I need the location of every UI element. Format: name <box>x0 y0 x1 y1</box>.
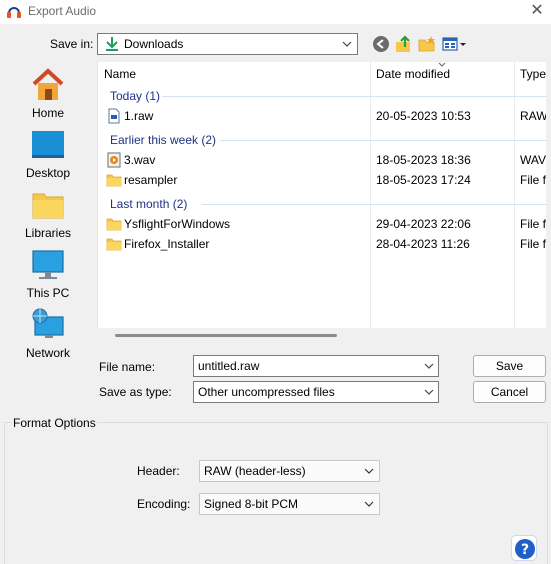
place-label: Network <box>25 346 70 360</box>
home-icon <box>32 68 64 100</box>
audacity-icon <box>7 7 21 18</box>
network-icon <box>32 308 64 338</box>
group-header-earlier-this-week[interactable]: Earlier this week (2) <box>110 133 216 147</box>
file-row[interactable]: 3.wav 18-05-2023 18:36 WAV <box>98 150 546 170</box>
file-row[interactable]: 1.raw 20-05-2023 10:53 RAW <box>98 106 546 126</box>
file-row[interactable]: YsflightForWindows 29-04-2023 22:06 File… <box>98 214 546 234</box>
file-name: 3.wav <box>124 153 156 167</box>
file-type: RAW <box>520 109 546 123</box>
place-this-pc[interactable]: This PC <box>4 248 92 306</box>
encoding-dropdown[interactable]: Signed 8-bit PCM <box>199 493 380 515</box>
horizontal-scrollbar[interactable] <box>97 328 546 342</box>
header-label: Header: <box>137 464 180 478</box>
file-date: 20-05-2023 10:53 <box>376 109 471 123</box>
place-label: Desktop <box>25 166 71 180</box>
file-type: WAV <box>520 153 546 167</box>
chevron-down-icon <box>364 468 374 474</box>
place-desktop[interactable]: Desktop <box>4 128 92 186</box>
desktop-icon <box>32 131 64 158</box>
file-type: File fo <box>520 173 546 187</box>
header-dropdown[interactable]: RAW (header-less) <box>199 460 380 482</box>
view-menu-icon[interactable] <box>442 35 468 53</box>
this-pc-icon <box>32 250 64 279</box>
file-date: 28-04-2023 11:26 <box>376 237 470 251</box>
place-libraries[interactable]: Libraries <box>4 188 92 246</box>
file-date: 18-05-2023 17:24 <box>376 173 471 187</box>
back-icon[interactable] <box>372 35 390 53</box>
group-header-today[interactable]: Today (1) <box>110 89 160 103</box>
file-name: 1.raw <box>124 109 154 123</box>
chevron-down-icon <box>364 501 374 507</box>
group-divider <box>162 96 546 97</box>
save-in-label: Save in: <box>50 37 94 51</box>
cancel-button[interactable]: Cancel <box>473 381 546 403</box>
close-button[interactable]: ✕ <box>526 1 548 21</box>
save-in-value: Downloads <box>124 37 184 51</box>
file-type: File fo <box>520 217 546 231</box>
file-row[interactable]: resampler 18-05-2023 17:24 File fo <box>98 170 546 190</box>
encoding-label: Encoding: <box>137 497 191 511</box>
help-glyph: ? <box>521 542 529 558</box>
file-name-field[interactable]: untitled.raw <box>193 355 439 377</box>
export-audio-dialog: Export Audio ✕ Save in: Downloads Home D… <box>0 0 551 564</box>
file-type: File fo <box>520 237 546 251</box>
download-arrow-icon <box>106 37 118 51</box>
column-header-type[interactable]: Type <box>520 62 546 86</box>
place-home[interactable]: Home <box>4 68 92 126</box>
save-as-type-value: Other uncompressed files <box>198 385 335 399</box>
group-divider <box>202 204 546 205</box>
chevron-down-icon <box>424 389 434 395</box>
file-name: Firefox_Installer <box>124 237 210 251</box>
save-as-type-dropdown[interactable]: Other uncompressed files <box>193 381 439 403</box>
folder-icon <box>106 174 122 187</box>
raw-file-icon <box>108 108 120 124</box>
file-row[interactable]: Firefox_Installer 28-04-2023 11:26 File … <box>98 234 546 254</box>
folder-icon <box>106 218 122 231</box>
chevron-down-icon <box>424 363 434 369</box>
help-button[interactable]: ? <box>511 535 537 561</box>
scrollbar-thumb[interactable] <box>115 334 337 337</box>
file-name: resampler <box>124 173 178 187</box>
file-name-value: untitled.raw <box>198 359 260 373</box>
file-name-label: File name: <box>99 360 156 374</box>
save-in-dropdown[interactable]: Downloads <box>97 33 358 55</box>
up-folder-icon[interactable] <box>395 35 413 53</box>
save-button[interactable]: Save <box>473 355 546 377</box>
place-label: Libraries <box>24 226 72 240</box>
column-divider[interactable] <box>514 62 515 328</box>
group-header-last-month[interactable]: Last month (2) <box>110 197 187 211</box>
save-as-type-label: Save as type: <box>99 385 172 399</box>
file-list[interactable]: Name Date modified Type Today (1) 1.raw … <box>97 62 546 328</box>
file-date: 18-05-2023 18:36 <box>376 153 471 167</box>
column-header-name[interactable]: Name <box>104 62 136 86</box>
title-bar: Export Audio ✕ <box>0 0 551 24</box>
sort-chevron-icon <box>438 62 446 67</box>
libraries-icon <box>32 193 64 219</box>
header-value: RAW (header-less) <box>204 464 306 478</box>
place-label: Home <box>31 106 64 120</box>
folder-icon <box>106 238 122 251</box>
new-folder-icon[interactable] <box>418 35 436 53</box>
help-icon: ? <box>515 539 535 559</box>
chevron-down-icon <box>342 41 352 47</box>
window-title: Export Audio <box>28 4 97 18</box>
places-bar: Home Desktop Libraries This PC Network <box>4 62 92 368</box>
place-network[interactable]: Network <box>4 308 92 366</box>
place-label: This PC <box>26 286 70 300</box>
format-options-title: Format Options <box>12 416 97 430</box>
file-name: YsflightForWindows <box>124 217 231 231</box>
file-date: 29-04-2023 22:06 <box>376 217 471 231</box>
group-divider <box>220 140 546 141</box>
column-divider[interactable] <box>370 62 371 328</box>
encoding-value: Signed 8-bit PCM <box>204 497 299 511</box>
wav-file-icon <box>107 152 121 168</box>
close-icon: ✕ <box>530 2 544 19</box>
